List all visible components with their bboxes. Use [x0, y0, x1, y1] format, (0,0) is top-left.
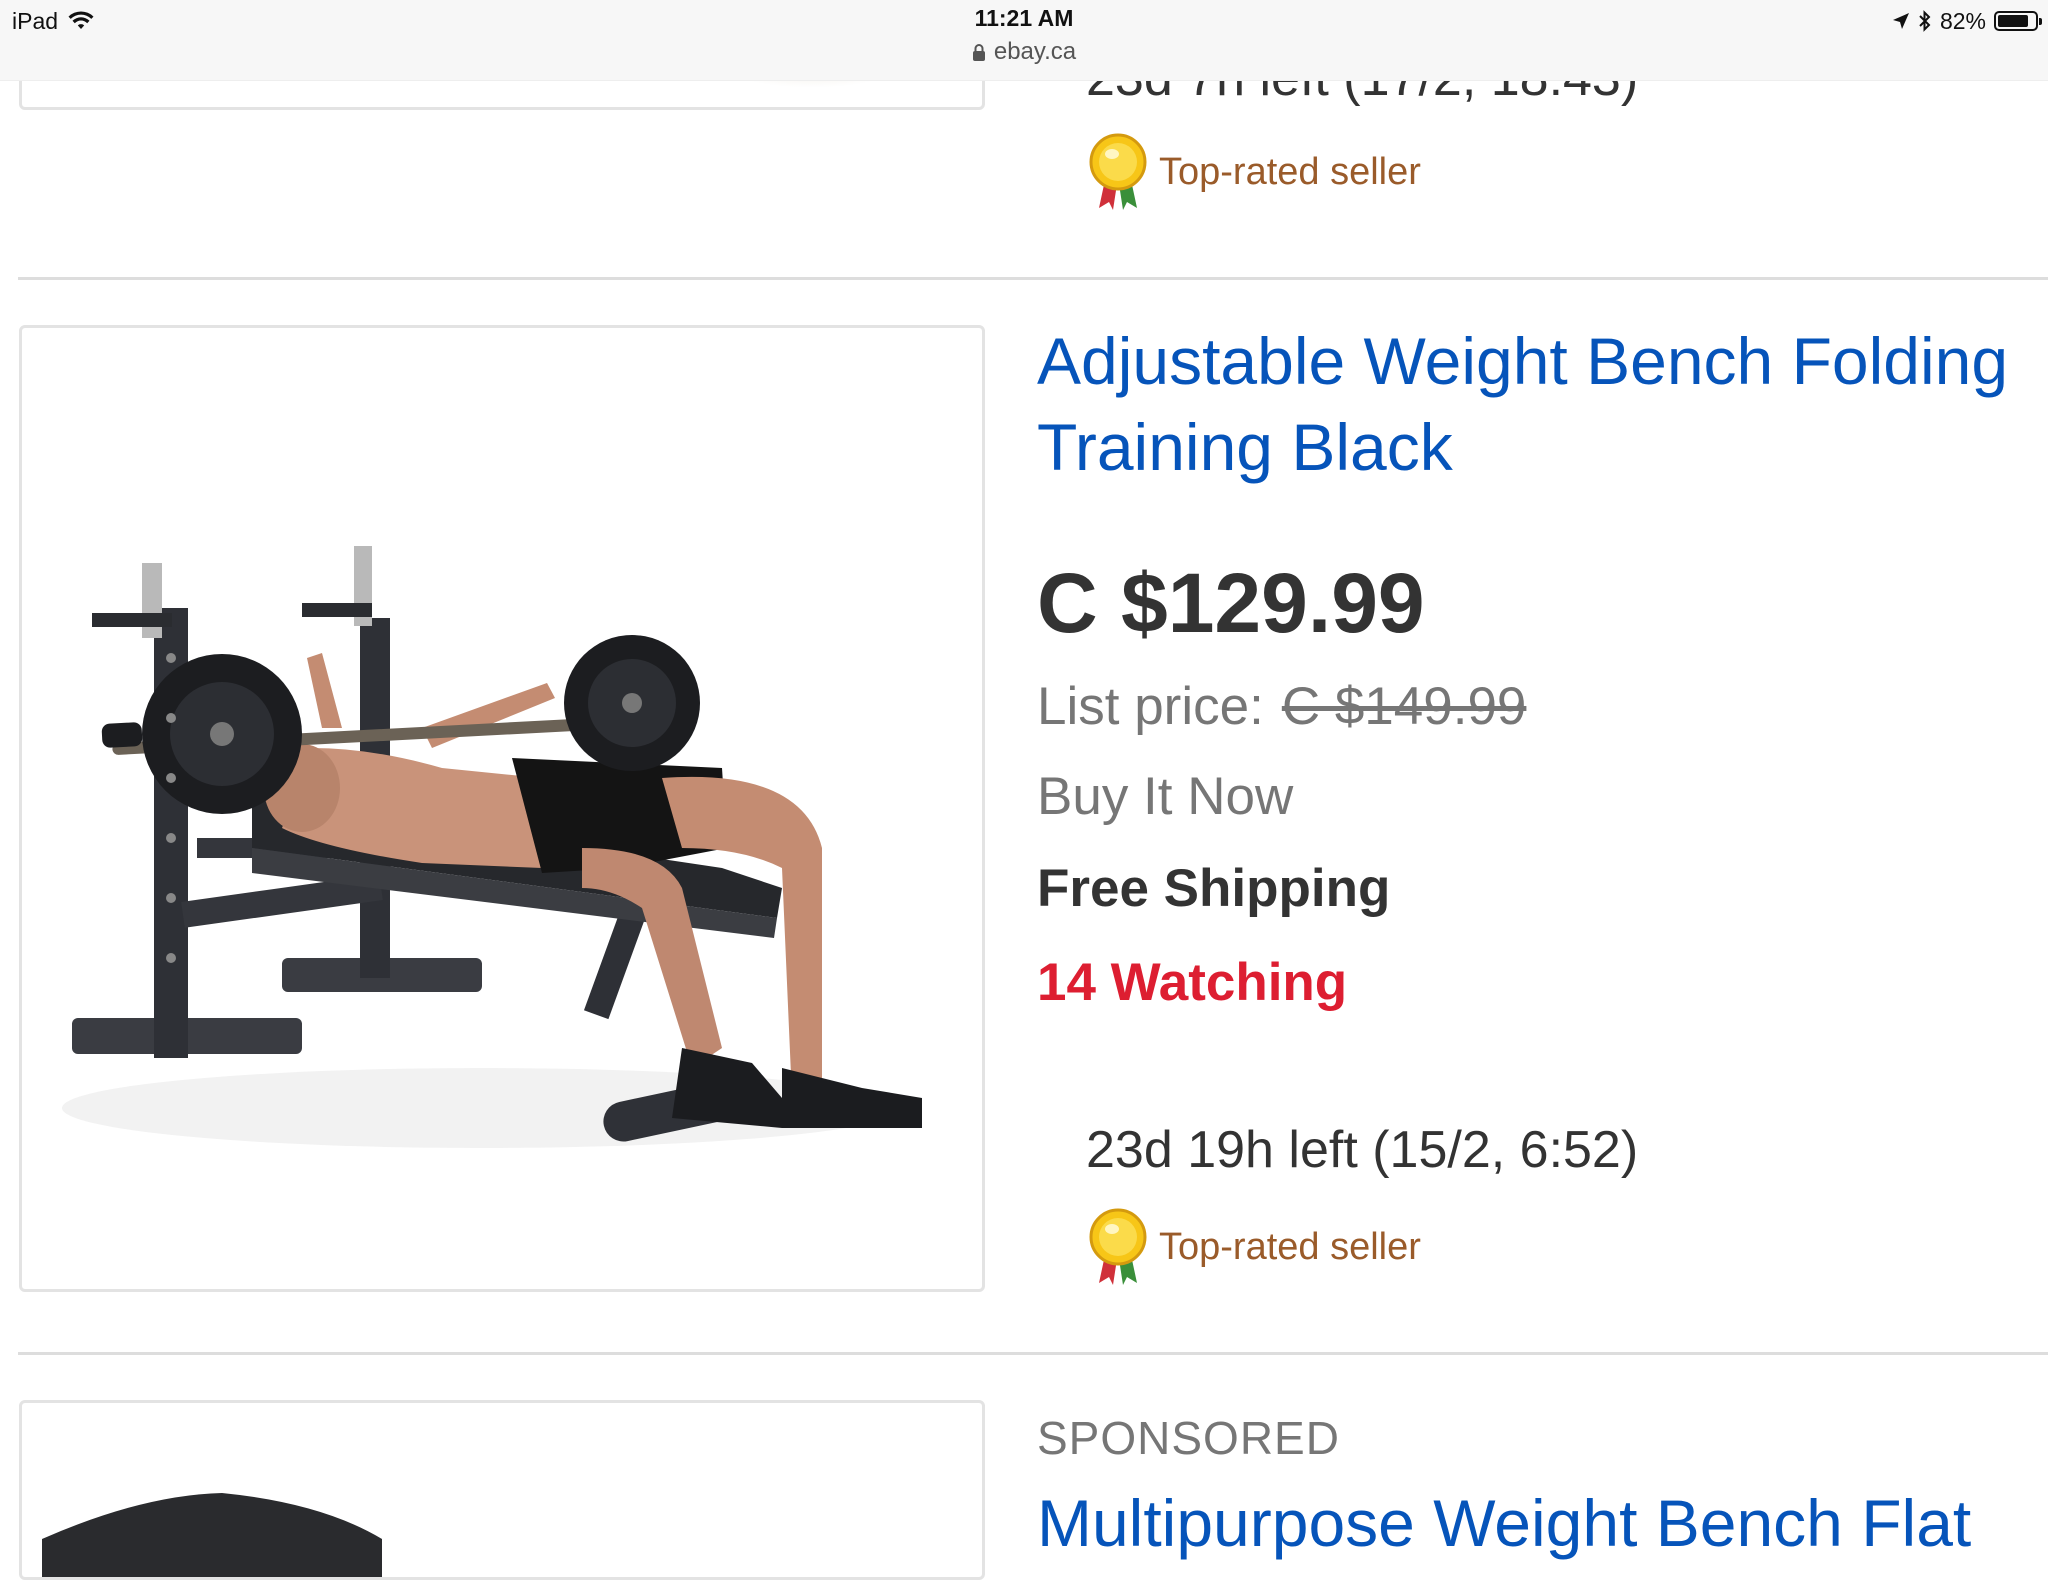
lock-icon	[972, 44, 985, 61]
location-arrow-icon	[1892, 13, 1909, 29]
status-right: 82%	[1892, 6, 2042, 36]
listing-2-watching: 14 Watching	[1037, 953, 1348, 1012]
listing-3-title[interactable]: Multipurpose Weight Bench Flat	[1037, 1480, 2048, 1566]
top-rated-label: Top-rated seller	[1159, 1225, 1421, 1268]
top-rated-medal-icon	[1089, 1208, 1147, 1285]
battery-level	[1998, 15, 2028, 27]
address-bar[interactable]: ebay.ca	[0, 38, 2048, 66]
listing-1-top-rated-badge: Top-rated seller	[1087, 132, 1421, 212]
battery-percent: 82%	[1939, 7, 1986, 34]
listing-2-shipping: Free Shipping	[1037, 859, 1391, 918]
listing-2-top-rated-badge: Top-rated seller	[1087, 1207, 1421, 1287]
top-rated-medal-icon	[1089, 133, 1147, 210]
url-text: ebay.ca	[993, 38, 1077, 65]
listing-2-price: C $129.99	[1037, 556, 1425, 650]
clock: 11:21 AM	[974, 5, 1074, 31]
battery-icon	[1994, 11, 2042, 31]
list-price-label: List price:	[1037, 677, 1264, 736]
listing-2-time-left: 23d 19h left (15/2, 6:52)	[1086, 1121, 1639, 1179]
listing-divider	[18, 277, 2048, 280]
listing-2-image-frame[interactable]	[19, 325, 985, 1292]
bluetooth-icon	[1919, 10, 1931, 32]
listing-2-format: Buy It Now	[1037, 767, 1294, 826]
list-price-value: C $149.99	[1281, 677, 1527, 736]
listing-2-title-line-2[interactable]: Training Black	[1037, 404, 2048, 490]
listing-3-sponsored-label: SPONSORED	[1037, 1412, 1340, 1464]
listing-2-list-price: List price: C $149.99	[1037, 676, 1526, 737]
listing-divider	[18, 1352, 2048, 1355]
listing-3-image-frame[interactable]	[19, 1400, 985, 1580]
ios-status-bar: iPad 11:21 AM ebay.ca 82%	[0, 0, 2048, 81]
bench-photo	[42, 1493, 382, 1577]
listing-2-title-line-1[interactable]: Adjustable Weight Bench Folding	[1037, 318, 2048, 404]
weight-bench-photo	[62, 546, 922, 1148]
top-rated-label: Top-rated seller	[1159, 150, 1421, 193]
